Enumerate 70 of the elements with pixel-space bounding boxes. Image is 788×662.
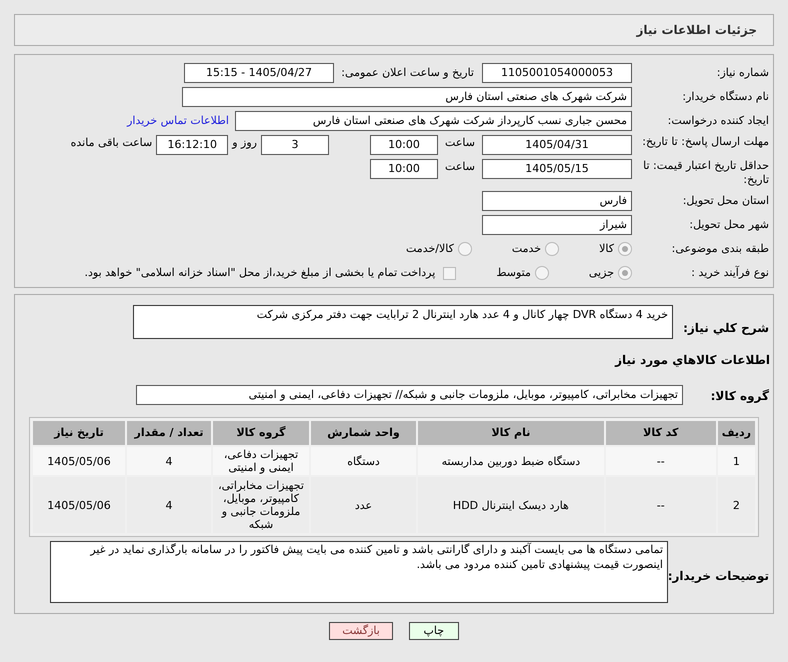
- table-cell: دستگاه: [311, 447, 416, 475]
- radio-button[interactable]: [458, 242, 472, 256]
- field-label: شهر محل تحویل:: [689, 218, 769, 231]
- table-cell: --: [606, 477, 716, 533]
- field-value: 1405/04/27 - 15:15: [184, 63, 334, 83]
- field-value: 10:00: [370, 135, 438, 155]
- radio-button[interactable]: [545, 242, 560, 256]
- field-label: ایجاد کننده درخواست:: [668, 114, 769, 127]
- table-cell: 1405/05/06: [33, 477, 125, 533]
- radio-label: متوسط: [496, 264, 531, 281]
- countdown-timer: 16:12:10: [156, 135, 228, 155]
- table-cell: 4: [127, 447, 211, 475]
- field-label: طبقه بندی موضوعی:: [672, 242, 769, 255]
- radio-button[interactable]: [534, 266, 549, 280]
- table-cell: 2: [718, 477, 755, 533]
- table-cell: دستگاه ضبط دوربین مداربسته: [418, 447, 604, 475]
- field-value: 1405/05/15: [482, 159, 632, 179]
- field-value: 3: [261, 135, 329, 155]
- column-header: کد کالا: [606, 421, 716, 445]
- table-cell: تجهیزات دفاعی، ایمنی و امنیتی: [213, 447, 309, 475]
- checkbox-label: پرداخت تمام یا بخشی از مبلغ خرید،از محل "اسناد خزانه اسلامی" خواهد بود.: [84, 264, 436, 281]
- table-cell: هارد دیسک اینترنال HDD: [418, 477, 604, 533]
- field-value: تجهیزات مخابراتی، کامپیوتر، موبایل، ملزومات جانبی و شبکه// تجهیزات دفاعی، ایمنی و امنیتی: [136, 385, 683, 405]
- notes-field[interactable]: تمامی دستگاه ها می بایست آکبند و دارای گارانتی باشد و تامین کننده می بایت پیش فاکتور را در سامانه بارگذاری نماید در غیر اینصورت قیمت پیشنهادی تامین کننده مردود می باشد.: [50, 541, 668, 603]
- field-label: توضیحات خریدار:: [668, 569, 769, 583]
- time-label: ساعت: [444, 135, 476, 151]
- section-title: اطلاعات كالاهاي مورد نياز: [615, 353, 770, 367]
- days-label: روز و: [230, 135, 258, 151]
- field-value: 1405/04/31: [482, 135, 632, 155]
- field-value: شرکت شهرک های صنعتی استان فارس: [182, 87, 632, 107]
- column-header: واحد شمارش: [311, 421, 416, 445]
- field-label: شماره نیاز:: [716, 66, 769, 79]
- field-label: گروه کالا:: [710, 389, 769, 403]
- radio-label: جزیی: [588, 264, 614, 281]
- field-value: فارس: [482, 191, 632, 211]
- radio-button[interactable]: [618, 266, 632, 280]
- checkbox[interactable]: [443, 266, 456, 280]
- radio-label: خدمت: [512, 240, 542, 257]
- column-header: تعداد / مقدار: [127, 421, 211, 445]
- table-cell: --: [606, 447, 716, 475]
- column-header: گروه کالا: [213, 421, 309, 445]
- field-label: تاریخ و ساعت اعلان عمومی:: [341, 66, 474, 79]
- field-value: 1105001054000053: [482, 63, 632, 83]
- column-header: نام کالا: [418, 421, 604, 445]
- field-label: مهلت ارسال پاسخ: تا تاریخ:: [642, 135, 769, 148]
- table-cell: تجهیزات مخابراتی، کامپیوتر، موبایل، ملزومات جانبی و شبکه: [213, 477, 309, 533]
- remaining-label: ساعت باقی مانده: [70, 135, 154, 151]
- field-label: شرح کلي نياز:: [683, 321, 769, 335]
- radio-label: کالا/خدمت: [406, 240, 454, 257]
- table-cell: 1: [718, 447, 755, 475]
- time-label: ساعت: [444, 159, 476, 175]
- print-button[interactable]: چاپ: [408, 622, 459, 640]
- back-button[interactable]: بازگشت: [329, 622, 393, 640]
- field-value: محسن جباری نسب کارپرداز شرکت شهرک های صنعتی استان فارس: [235, 111, 632, 131]
- field-label: نوع فرآیند خرید :: [691, 266, 769, 279]
- description-field[interactable]: خرید 4 دستگاه DVR چهار کانال و 4 عدد هارد اینترنال 2 ترابایت جهت دفتر مرکزی شرکت: [133, 305, 673, 339]
- radio-label: کالا: [599, 240, 614, 257]
- column-header: تاریخ نیاز: [33, 421, 125, 445]
- field-value: شیراز: [482, 215, 632, 235]
- field-label: حداقل تاریخ اعتبار قیمت: تا تاریخ:: [643, 159, 769, 186]
- table-cell: 4: [127, 477, 211, 533]
- page-title: جزئیات اطلاعات نیاز: [636, 22, 757, 39]
- column-header: ردیف: [718, 421, 755, 445]
- table-cell: عدد: [311, 477, 416, 533]
- field-label: استان محل تحویل:: [682, 194, 769, 207]
- radio-button[interactable]: [618, 242, 632, 256]
- field-label: نام دستگاه خریدار:: [682, 90, 769, 103]
- table-cell: 1405/05/06: [33, 447, 125, 475]
- contact-link[interactable]: اطلاعات تماس خریدار: [127, 112, 229, 130]
- field-value: 10:00: [370, 159, 438, 179]
